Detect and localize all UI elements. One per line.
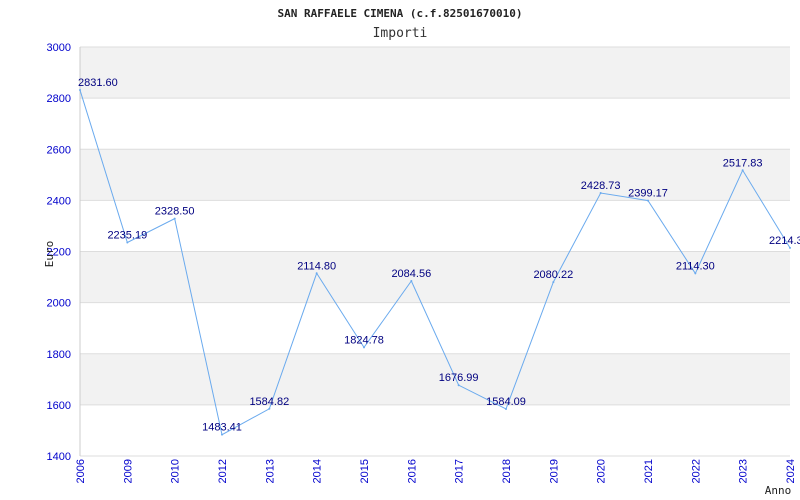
data-point	[363, 346, 365, 349]
chart-subtitle: Importi	[373, 26, 428, 41]
x-tick-label: 2019	[548, 459, 560, 483]
y-tick-label: 2400	[47, 195, 71, 207]
data-point	[741, 169, 744, 172]
x-tick-label: 2017	[454, 459, 466, 483]
x-tick-label: 2010	[170, 459, 182, 483]
data-label: 2235.19	[107, 230, 147, 242]
y-tick-label: 1400	[47, 451, 71, 463]
data-point	[126, 241, 129, 244]
y-axis-label: Euro	[43, 241, 56, 268]
data-label: 1483.41	[202, 422, 242, 434]
x-axis-ticks: 2006 2009 2010 2012 2013 2014 2015 2016 2017 2018…	[75, 459, 797, 483]
x-tick-label: 2023	[738, 459, 750, 483]
data-label: 2517.83	[723, 157, 763, 169]
data-point	[410, 280, 413, 283]
background-band	[80, 47, 790, 99]
data-label: 2114.80	[297, 260, 336, 272]
x-tick-label: 2024	[785, 459, 797, 483]
data-label: 2114.30	[676, 260, 715, 272]
x-tick-label: 2013	[264, 459, 276, 483]
data-point	[268, 407, 271, 410]
y-tick-label: 1600	[47, 400, 71, 412]
data-label: 1584.82	[249, 396, 289, 408]
y-tick-label: 2000	[47, 298, 71, 310]
y-tick-label: 2600	[47, 144, 71, 156]
data-point	[789, 246, 791, 249]
chart-title: SAN RAFFAELE CIMENA (c.f.82501670010)	[277, 7, 522, 20]
x-tick-label: 2020	[596, 459, 608, 483]
x-tick-label: 2006	[75, 459, 87, 483]
x-tick-label: 2021	[643, 459, 655, 483]
data-point	[599, 192, 602, 195]
background-band	[80, 149, 790, 201]
y-tick-label: 1800	[47, 349, 71, 361]
data-point	[552, 281, 555, 284]
data-label: 1676.99	[439, 372, 479, 384]
x-tick-label: 2016	[406, 459, 418, 483]
data-point	[221, 433, 223, 436]
x-tick-label: 2015	[359, 459, 371, 483]
plot-background-bands	[80, 47, 790, 405]
data-label: 2084.56	[391, 268, 431, 280]
line-chart: SAN RAFFAELE CIMENA (c.f.82501670010) Im…	[43, 7, 800, 497]
x-tick-label: 2018	[501, 459, 513, 483]
data-point	[694, 272, 697, 275]
data-point	[647, 199, 649, 202]
y-tick-label: 2800	[47, 93, 71, 105]
x-tick-label: 2022	[690, 459, 702, 483]
data-point	[505, 407, 507, 410]
data-label: 1584.09	[486, 396, 526, 408]
x-tick-label: 2012	[217, 459, 229, 483]
background-band	[80, 353, 790, 405]
background-band	[80, 251, 790, 303]
data-label: 2080.22	[533, 269, 573, 281]
data-point	[173, 217, 176, 220]
y-tick-label: 3000	[47, 42, 71, 54]
data-label: 2428.73	[581, 180, 621, 192]
x-axis-label: Anno	[765, 484, 792, 497]
data-point	[457, 384, 460, 387]
x-tick-label: 2009	[122, 459, 134, 483]
data-label: 2328.50	[155, 206, 195, 218]
data-label: 2214.3	[769, 235, 800, 247]
data-label: 2399.17	[628, 188, 668, 200]
data-label: 2831.60	[78, 77, 118, 89]
data-point	[79, 89, 81, 92]
x-tick-label: 2014	[312, 459, 324, 483]
data-point	[315, 272, 318, 275]
data-label: 1824.78	[344, 334, 384, 346]
